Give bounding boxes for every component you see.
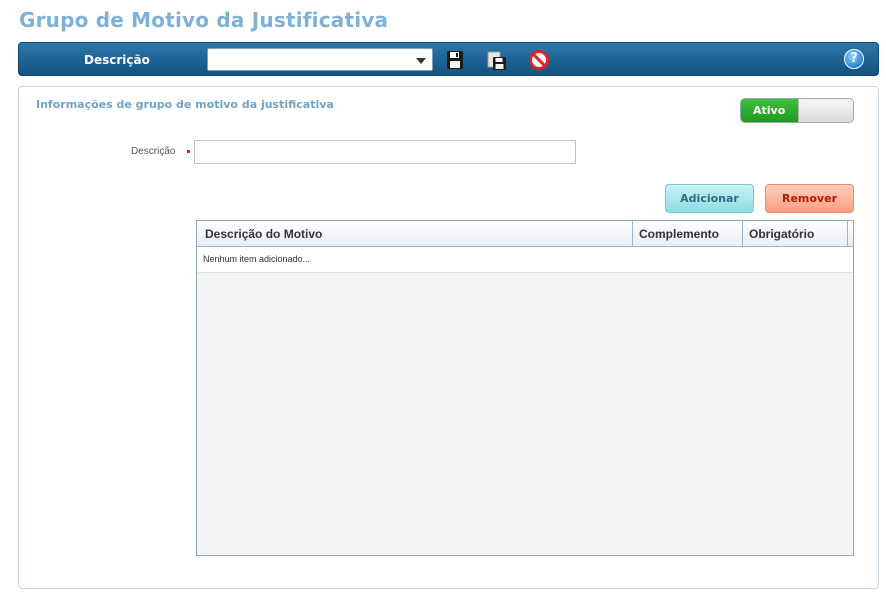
add-button[interactable]: Adicionar	[665, 184, 754, 213]
save-icon[interactable]	[444, 49, 466, 71]
column-header-obrigatorio[interactable]: Obrigatório	[743, 221, 848, 246]
descricao-select[interactable]	[207, 48, 433, 71]
cancel-icon[interactable]	[528, 49, 550, 71]
help-icon[interactable]: ?	[844, 49, 864, 69]
section-title: Informações de grupo de motivo da justif…	[36, 98, 334, 111]
grid-empty-row: Nenhum item adicionado...	[197, 247, 853, 273]
status-toggle-label: Ativo	[741, 99, 798, 122]
toggle-knob[interactable]	[798, 99, 853, 122]
descricao-label: Descrição	[131, 146, 176, 157]
toolbar: Descrição ?	[18, 42, 879, 76]
status-toggle[interactable]: Ativo	[740, 98, 854, 123]
page-title: Grupo de Motivo da Justificativa	[19, 8, 389, 32]
remove-button[interactable]: Remover	[765, 184, 854, 213]
info-panel: Informações de grupo de motivo da justif…	[18, 86, 879, 589]
required-indicator-icon	[187, 150, 190, 153]
descricao-input[interactable]	[194, 140, 576, 164]
chevron-down-icon[interactable]	[416, 58, 426, 64]
grid-header: Descrição do Motivo Complemento Obrigató…	[197, 221, 853, 247]
column-header-complemento[interactable]: Complemento	[633, 221, 743, 246]
save-copy-icon[interactable]	[486, 49, 508, 71]
motivos-grid: Descrição do Motivo Complemento Obrigató…	[196, 220, 854, 556]
toolbar-descricao-label: Descrição	[84, 53, 150, 67]
column-header-descricao[interactable]: Descrição do Motivo	[197, 221, 633, 246]
